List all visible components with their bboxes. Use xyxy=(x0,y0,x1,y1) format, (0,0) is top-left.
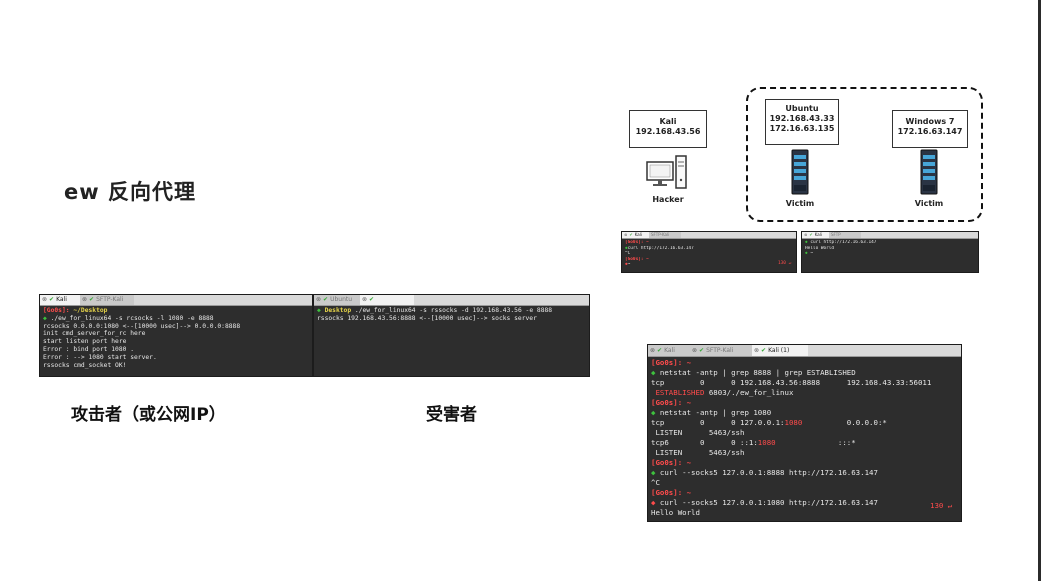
terminal-output: tcp6 0 0 ::1:1080 :::* xyxy=(651,438,856,447)
server-icon xyxy=(920,149,938,195)
terminal-output: start listen port here xyxy=(43,338,127,346)
win7-node-ip: 172.16.63.147 xyxy=(897,127,963,136)
check-icon: ✔ xyxy=(323,296,329,303)
close-icon[interactable]: ⊗ xyxy=(362,296,367,303)
check-icon: ✔ xyxy=(369,296,375,303)
tab-bar: ⊗ ✔ Kali ⊗ ✔ SFTP-Kali ⊗ ✔ Kali (1) xyxy=(648,345,961,357)
terminal-output: rssocks 192.168.43.56:8888 <--[10000 use… xyxy=(317,314,537,322)
terminal-prompt: [Go0s]: ~ xyxy=(651,488,692,497)
tab-label: Kali xyxy=(664,347,675,354)
kali-node-box: Kali 192.168.43.56 xyxy=(629,110,707,148)
tab-second[interactable]: ⊗ ✔ xyxy=(360,295,414,305)
terminal-prompt: [Go0s]: ~ xyxy=(651,458,692,467)
terminal-output: rcsocks 0.0.0.0:1080 <--[10000 usec]--> … xyxy=(43,322,241,330)
small-terminal-right[interactable]: ⊗ ✔ Kali SFTP ◆ curl http://172.16.63.147 … xyxy=(801,231,979,273)
terminal-prompt: [Go0s]: ~/Desktop xyxy=(43,307,108,314)
terminal-command: ◆ netstat -antp | grep 8888 | grep ESTAB… xyxy=(651,368,856,377)
kali-terminal-large[interactable]: ⊗ ✔ Kali ⊗ ✔ SFTP-Kali ⊗ ✔ Kali (1) [Go0s]: ~ … xyxy=(647,344,962,522)
victim-label-win7: Victim xyxy=(914,199,944,208)
check-icon: ✔ xyxy=(761,347,767,354)
close-icon[interactable]: ⊗ xyxy=(754,347,759,354)
close-icon[interactable]: ⊗ xyxy=(804,232,807,237)
caption-attacker: 攻击者（或公网IP） xyxy=(71,405,226,425)
terminal-command: ◆ curl --socks5 127.0.0.1:8888 http://17… xyxy=(651,468,878,477)
ubuntu-node-ip2: 172.16.63.135 xyxy=(769,124,835,133)
close-icon[interactable]: ⊗ xyxy=(650,347,655,354)
terminal-prompt: [Go0s]: ~ xyxy=(651,358,692,367)
ubuntu-node-ip1: 192.168.43.33 xyxy=(769,114,835,123)
check-icon: ✔ xyxy=(89,296,95,303)
terminal-output: tcp 0 0 192.168.43.56:8888 192.168.43.33… xyxy=(651,378,932,387)
hacker-label: Hacker xyxy=(652,195,684,204)
server-icon xyxy=(791,149,809,195)
tab-label: SFTP-Kali xyxy=(651,232,670,237)
tab-kali[interactable]: ⊗ ✔ Kali xyxy=(40,295,80,305)
small-terminal-left[interactable]: ⊗ ✔ Kali SFTP-Kali [Go0s]: ~ ◆curl http://… xyxy=(621,231,797,273)
return-code: 130 ↵ xyxy=(778,261,792,266)
terminal-line: ◆~ xyxy=(625,262,631,268)
close-icon[interactable]: ⊗ xyxy=(316,296,321,303)
attacker-terminal[interactable]: ⊗ ✔ Kali ⊗ ✔ SFTP-Kali [Go0s]: ~/Desktop ◆ .… xyxy=(39,294,313,377)
ubuntu-node-name: Ubuntu xyxy=(785,104,819,113)
tab-sftp-kali[interactable]: ⊗ ✔ SFTP-Kali xyxy=(690,345,752,356)
tab-sftp-kali[interactable]: SFTP-Kali xyxy=(649,232,681,238)
tab-label: SFTP-Kali xyxy=(706,347,734,354)
return-code: 130 ↵ xyxy=(930,501,953,510)
tab-bar: ⊗ ✔ Kali SFTP xyxy=(802,232,978,239)
terminal-command: ◆ ./ew_for_linux64 -s rcsocks -l 1080 -e… xyxy=(43,314,214,322)
kali-node-name: Kali xyxy=(659,117,677,126)
victim-label-ubuntu: Victim xyxy=(785,199,815,208)
tab-ubuntu[interactable]: ⊗ ✔ Ubuntu xyxy=(314,295,360,305)
slide-title: ew 反向代理 xyxy=(64,180,196,204)
victim-terminal[interactable]: ⊗ ✔ Ubuntu ⊗ ✔ ◆ Desktop ./ew_for_linux64 -… xyxy=(313,294,590,377)
tab-bar: ⊗ ✔ Kali ⊗ ✔ SFTP-Kali xyxy=(40,295,312,306)
tab-label: Kali (1) xyxy=(768,347,790,354)
kali-node-ip: 192.168.43.56 xyxy=(635,127,701,136)
terminal-output: tcp 0 0 127.0.0.1:1080 0.0.0.0:* xyxy=(651,418,887,427)
tab-bar: ⊗ ✔ Ubuntu ⊗ ✔ xyxy=(314,295,589,306)
check-icon: ✔ xyxy=(699,347,705,354)
tab-label: Kali xyxy=(634,232,642,237)
tab-bar: ⊗ ✔ Kali SFTP-Kali xyxy=(622,232,796,239)
tab-label: Ubuntu xyxy=(330,296,353,303)
check-icon: ✔ xyxy=(809,232,813,237)
terminal-output: rssocks cmd_socket OK! xyxy=(43,361,127,369)
terminal-output: init cmd_server_for_rc here xyxy=(43,330,146,338)
close-icon[interactable]: ⊗ xyxy=(692,347,697,354)
terminal-command: ◆ curl --socks5 127.0.0.1:1080 http://17… xyxy=(651,498,878,507)
tab-label: SFTP xyxy=(831,232,841,237)
tab-kali[interactable]: ⊗ ✔ Kali xyxy=(648,345,690,356)
terminal-command: ◆ Desktop ./ew_for_linux64 -s rssocks -d… xyxy=(317,307,553,314)
tab-sftp-kali[interactable]: ⊗ ✔ SFTP-Kali xyxy=(80,295,134,305)
terminal-output: Error : --> 1080 start server. xyxy=(43,353,157,361)
terminal-output: ESTABLISHED 6803/./ew_for_linux xyxy=(651,388,794,397)
check-icon: ✔ xyxy=(49,296,55,303)
ubuntu-node-box: Ubuntu 192.168.43.33 172.16.63.135 xyxy=(765,99,839,145)
caption-victim: 受害者 xyxy=(426,405,477,425)
close-icon[interactable]: ⊗ xyxy=(82,296,87,303)
tab-label: Kali xyxy=(814,232,822,237)
terminal-line: ◆ ~ xyxy=(805,251,813,257)
terminal-command: ◆ netstat -antp | grep 1080 xyxy=(651,408,772,417)
close-icon[interactable]: ⊗ xyxy=(42,296,47,303)
terminal-output: ^C xyxy=(651,478,660,487)
tab-kali-1[interactable]: ⊗ ✔ Kali (1) xyxy=(752,345,808,356)
tab-kali[interactable]: ⊗ ✔ Kali xyxy=(622,232,650,238)
tab-kali[interactable]: ⊗ ✔ Kali xyxy=(802,232,830,238)
tab-sftp[interactable]: SFTP xyxy=(829,232,861,238)
terminal-output: LISTEN 5463/ssh xyxy=(651,428,745,437)
terminal-output: Hello World xyxy=(651,508,700,517)
win7-node-name: Windows 7 xyxy=(905,117,955,126)
tab-label: Kali xyxy=(56,296,67,303)
tab-label: SFTP-Kali xyxy=(96,296,124,303)
terminal-prompt: [Go0s]: ~ xyxy=(651,398,692,407)
terminal-output: Error : bind port 1080 . xyxy=(43,345,134,353)
computer-icon xyxy=(646,155,687,189)
check-icon: ✔ xyxy=(657,347,663,354)
win7-node-box: Windows 7 172.16.63.147 xyxy=(892,110,968,148)
close-icon[interactable]: ⊗ xyxy=(624,232,627,237)
check-icon: ✔ xyxy=(629,232,633,237)
terminal-output: LISTEN 5463/ssh xyxy=(651,448,745,457)
